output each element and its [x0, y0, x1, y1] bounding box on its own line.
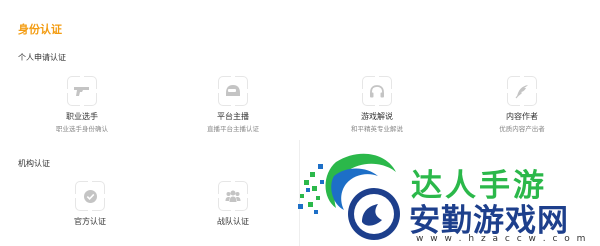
card-team-verification[interactable]: 战队认证	[173, 180, 293, 227]
card-content-author[interactable]: 内容作者 优质内容产出者	[462, 75, 582, 133]
section-title-org: 机构认证	[18, 159, 50, 168]
card-label: 游戏解说	[361, 112, 393, 121]
card-label: 平台主播	[217, 112, 249, 121]
headset-icon	[361, 75, 393, 107]
card-desc: 职业选手身份确认	[56, 125, 108, 133]
card-label: 内容作者	[506, 112, 538, 121]
card-desc: 直播平台主播认证	[207, 125, 259, 133]
watermark-url: w w w . h z a c c w . c o m	[416, 234, 588, 244]
card-commentator[interactable]: 游戏解说 和平精英专业解说	[317, 75, 437, 133]
verified-check-icon	[74, 180, 106, 212]
card-official-verification[interactable]: 官方认证	[30, 180, 150, 227]
team-icon	[217, 180, 249, 212]
feather-pen-icon	[506, 75, 538, 107]
watermark-logo	[298, 153, 400, 240]
card-desc: 和平精英专业解说	[351, 125, 403, 133]
card-label: 职业选手	[66, 112, 98, 121]
site-watermark: 达人手游 安勤游戏网 w w w . h z a c c w . c o m	[296, 140, 600, 246]
card-pro-player[interactable]: 职业选手 职业选手身份确认	[22, 75, 142, 133]
gun-icon	[66, 75, 98, 107]
card-desc: 优质内容产出者	[499, 125, 545, 133]
card-label: 战队认证	[217, 217, 249, 226]
page-title: 身份认证	[18, 23, 62, 36]
helmet-icon	[217, 75, 249, 107]
card-streamer[interactable]: 平台主播 直播平台主播认证	[173, 75, 293, 133]
card-label: 官方认证	[74, 217, 106, 226]
section-title-personal: 个人申请认证	[18, 53, 66, 62]
